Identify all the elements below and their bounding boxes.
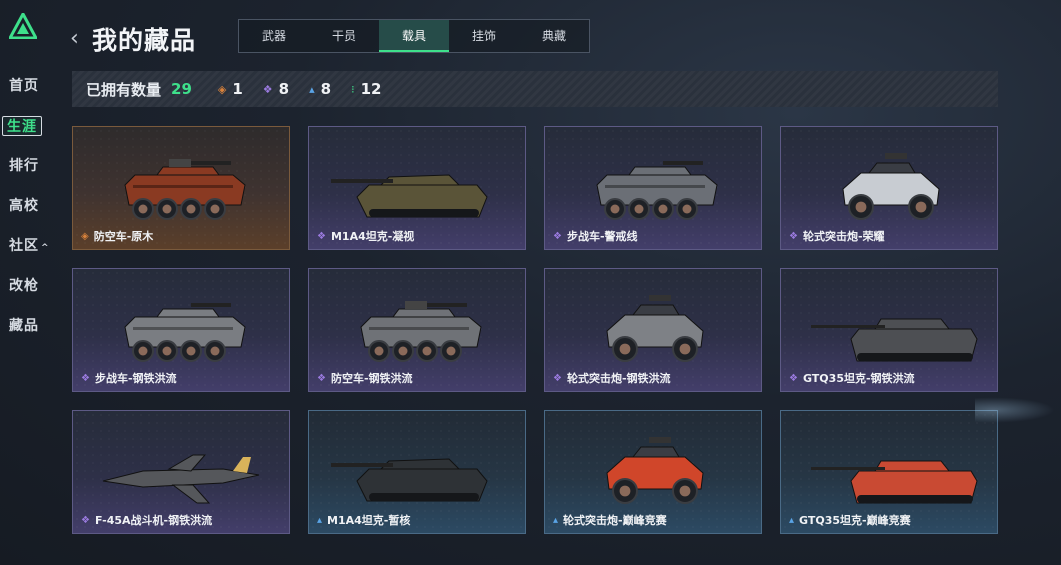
vehicle-name: GTQ35坦克-钢铁洪流 [802,372,915,385]
owned-stats-bar: 已拥有数量 29 ◈ 1 ❖ 8 ▴ 8 ⁝ 12 [72,71,998,107]
blue-gem-icon: ▴ [789,514,795,526]
orange-gem-icon: ◈ [217,82,227,96]
vehicle-label: ❖ 轮式突击炮-荣耀 [789,228,885,244]
purple-gem-icon: ❖ [317,230,326,242]
vehicle-card[interactable]: ❖ F-45A战斗机-钢铁洪流 [72,410,290,534]
vehicle-label: ▴ GTQ35坦克-巅峰竞赛 [789,512,911,528]
caret-up-icon: ^ [41,243,50,253]
owned-count-total: 29 [171,80,192,98]
vehicle-name: 防空车-钢铁洪流 [330,372,413,385]
vehicle-name: 步战车-钢铁洪流 [94,372,177,385]
vehicle-card[interactable]: ▴ M1A4坦克-暂核 [308,410,526,534]
blue-gem-icon: ▴ [553,514,559,526]
vehicle-label: ▴ 轮式突击炮-巅峰竞赛 [553,512,667,528]
rarity-count: 1 [232,80,243,98]
page-title: 我的藏品 [92,26,197,55]
purple-gem-icon: ❖ [789,372,798,384]
sidebar-item-label: 排行 [9,158,39,174]
sidebar-item-label: 藏品 [9,318,39,334]
sidebar-item-collection[interactable]: 藏品 [9,316,39,336]
category-tabs: 武器 干员 载具 挂饰 典藏 [238,19,590,53]
rarity-count: 8 [320,80,332,98]
vehicle-card[interactable]: ❖ M1A4坦克-凝视 [308,126,526,250]
vehicle-label: ❖ F-45A战斗机-钢铁洪流 [81,512,212,528]
vehicle-card[interactable]: ❖ 防空车-钢铁洪流 [308,268,526,392]
rarity-count: 12 [360,80,382,98]
tab-operators[interactable]: 干员 [309,20,379,52]
vehicle-card[interactable]: ❖ GTQ35坦克-钢铁洪流 [780,268,998,392]
vehicle-label: ❖ M1A4坦克-凝视 [317,228,414,244]
purple-gem-icon: ❖ [553,372,562,384]
tab-charms[interactable]: 挂饰 [449,20,519,52]
purple-gem-icon: ❖ [81,514,90,526]
back-chevron-icon[interactable]: ‹ [70,26,79,51]
sidebar-item-label: 首页 [9,78,39,94]
sidebar-item-home[interactable]: 首页 [9,76,39,96]
sidebar-item-gun-mod[interactable]: 改枪 [9,276,39,296]
vehicle-label: ▴ M1A4坦克-暂核 [317,512,410,528]
light-streak [975,395,1061,425]
vehicle-card[interactable]: ▴ GTQ35坦克-巅峰竞赛 [780,410,998,534]
purple-gem-icon: ❖ [317,372,326,384]
tab-weapons[interactable]: 武器 [239,20,309,52]
owned-count-label: 已拥有数量 [86,80,162,99]
vehicle-name: 轮式突击炮-巅峰竞赛 [563,514,667,527]
vehicle-name: 防空车-原木 [93,230,154,243]
app-logo-icon [9,13,37,39]
purple-gem-icon: ❖ [789,230,798,242]
vehicle-label: ❖ 步战车-警戒线 [553,228,638,244]
vehicle-card[interactable]: ❖ 步战车-警戒线 [544,126,762,250]
vehicle-name: 步战车-警戒线 [566,230,638,243]
vehicle-name: M1A4坦克-凝视 [330,230,415,243]
sidebar-item-ranking[interactable]: 排行 [9,156,39,176]
blue-gem-icon: ▴ [309,82,315,96]
vehicle-card[interactable]: ❖ 轮式突击炮-钢铁洪流 [544,268,762,392]
vehicle-name: 轮式突击炮-荣耀 [802,230,885,243]
green-gem-icon: ⁝ [351,82,355,96]
rarity-stat-purple: ❖ 8 [263,80,289,98]
sidebar-item-label: 高校 [9,198,39,214]
rarity-count: 8 [278,80,290,98]
sidebar-item-label: 社区 [9,238,39,254]
vehicle-name: M1A4坦克-暂核 [327,514,411,527]
sidebar-item-label: 生涯 [7,119,37,135]
sidebar-item-label: 改枪 [9,278,39,294]
vehicle-label: ❖ GTQ35坦克-钢铁洪流 [789,370,915,386]
vehicle-label: ❖ 防空车-钢铁洪流 [317,370,413,386]
orange-gem-icon: ◈ [81,230,89,242]
purple-gem-icon: ❖ [553,230,562,242]
tab-collectibles[interactable]: 典藏 [519,20,589,52]
tab-vehicles[interactable]: 载具 [379,20,449,52]
vehicle-name: GTQ35坦克-巅峰竞赛 [799,514,911,527]
blue-gem-icon: ▴ [317,514,323,526]
vehicle-card[interactable]: ❖ 轮式突击炮-荣耀 [780,126,998,250]
vehicle-label: ❖ 轮式突击炮-钢铁洪流 [553,370,671,386]
sidebar-item-community[interactable]: 社区 ^ [9,236,50,256]
rarity-stat-green: ⁝ 12 [351,80,381,98]
vehicle-name: 轮式突击炮-钢铁洪流 [566,372,671,385]
purple-gem-icon: ❖ [262,82,273,96]
rarity-stat-orange: ◈ 1 [218,80,243,98]
sidebar-item-career[interactable]: 生涯 [2,116,42,136]
sidebar-item-college[interactable]: 高校 [9,196,39,216]
vehicle-label: ◈ 防空车-原木 [81,228,153,244]
vehicle-card[interactable]: ▴ 轮式突击炮-巅峰竞赛 [544,410,762,534]
purple-gem-icon: ❖ [81,372,90,384]
vehicle-card[interactable]: ❖ 步战车-钢铁洪流 [72,268,290,392]
vehicle-card[interactable]: ◈ 防空车-原木 [72,126,290,250]
vehicle-name: F-45A战斗机-钢铁洪流 [94,514,213,527]
rarity-stat-blue: ▴ 8 [309,80,331,98]
vehicle-label: ❖ 步战车-钢铁洪流 [81,370,177,386]
